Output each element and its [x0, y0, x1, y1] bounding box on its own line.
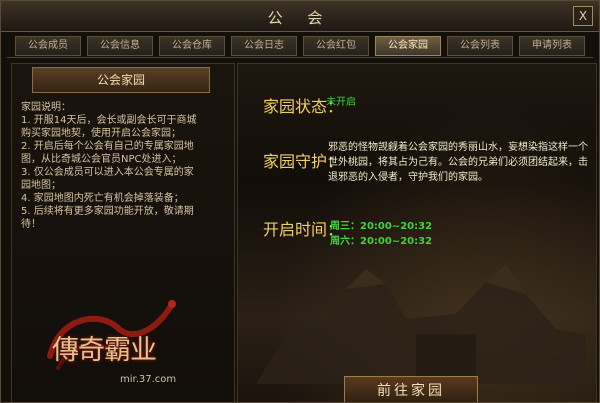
desc-line: 3. 仅公会成员可以进入本公会专属的家	[21, 167, 194, 178]
open-time-wed: 周三：20:00~20:32	[330, 221, 433, 232]
desc-line: 4. 家园地图内死亡有机会掉落装备；	[21, 193, 184, 204]
desc-line: 园地图；	[21, 180, 61, 191]
logo-url: mir.37.com	[120, 374, 177, 385]
left-panel-header: 公会家园	[32, 67, 210, 93]
desc-line: 2. 开启后每个公会有自己的专属家园地	[21, 141, 194, 152]
status-value: 未开启	[326, 97, 356, 108]
logo-title: 傳奇霸业	[52, 335, 157, 366]
desc-line: 5. 后续将有更多家园功能开放，敬请期	[21, 206, 194, 217]
tab-guild-log[interactable]: 公会日志	[231, 36, 297, 56]
open-time-sat: 周六：20:00~20:32	[330, 236, 433, 247]
desc-line: 购买家园地契，使用开启公会家园；	[21, 128, 181, 139]
title-bar: 公 会 X	[1, 1, 599, 32]
homeland-scene-background	[256, 264, 586, 384]
tab-guild-info[interactable]: 公会信息	[87, 36, 153, 56]
close-button[interactable]: X	[573, 6, 593, 26]
guard-description: 邪恶的怪物觊觎着公会家园的秀丽山水，妄想染指这样一个世外桃园，将其占为己有。公会…	[328, 142, 588, 183]
left-panel: 公会家园 家园说明： 1. 开服14天后，会长或副会长可于商城 购买家园地契，使…	[11, 63, 235, 402]
tab-bar: 公会成员 公会信息 公会仓库 公会日志 公会红包 公会家园 公会列表 申请列表	[15, 36, 585, 56]
tab-guild-homeland[interactable]: 公会家园	[375, 36, 441, 56]
desc-line: 1. 开服14天后，会长或副会长可于商城	[21, 115, 197, 126]
tab-guild-members[interactable]: 公会成员	[15, 36, 81, 56]
tab-divider	[7, 57, 593, 58]
guild-window: 公 会 X 公会成员 公会信息 公会仓库 公会日志 公会红包 公会家园 公会列表…	[0, 0, 600, 403]
homeland-description: 家园说明： 1. 开服14天后，会长或副会长可于商城 购买家园地契，使用开启公会…	[21, 101, 225, 231]
window-title: 公 会	[267, 9, 333, 27]
go-to-homeland-button[interactable]: 前往家园	[344, 376, 478, 402]
tab-guild-list[interactable]: 公会列表	[447, 36, 513, 56]
game-logo: 傳奇霸业 mir.37.com	[40, 296, 180, 396]
desc-line: 待！	[21, 219, 41, 230]
tab-guild-redpacket[interactable]: 公会红包	[303, 36, 369, 56]
right-panel: 家园状态： 未开启 家园守护： 邪恶的怪物觊觎着公会家园的秀丽山水，妄想染指这样…	[237, 63, 597, 402]
tab-guild-warehouse[interactable]: 公会仓库	[159, 36, 225, 56]
desc-line: 家园说明：	[21, 102, 71, 113]
desc-line: 图，从比奇城公会官员NPC处进入；	[21, 154, 182, 165]
open-times: 周三：20:00~20:32 周六：20:00~20:32	[330, 219, 432, 249]
tab-apply-list[interactable]: 申请列表	[519, 36, 585, 56]
